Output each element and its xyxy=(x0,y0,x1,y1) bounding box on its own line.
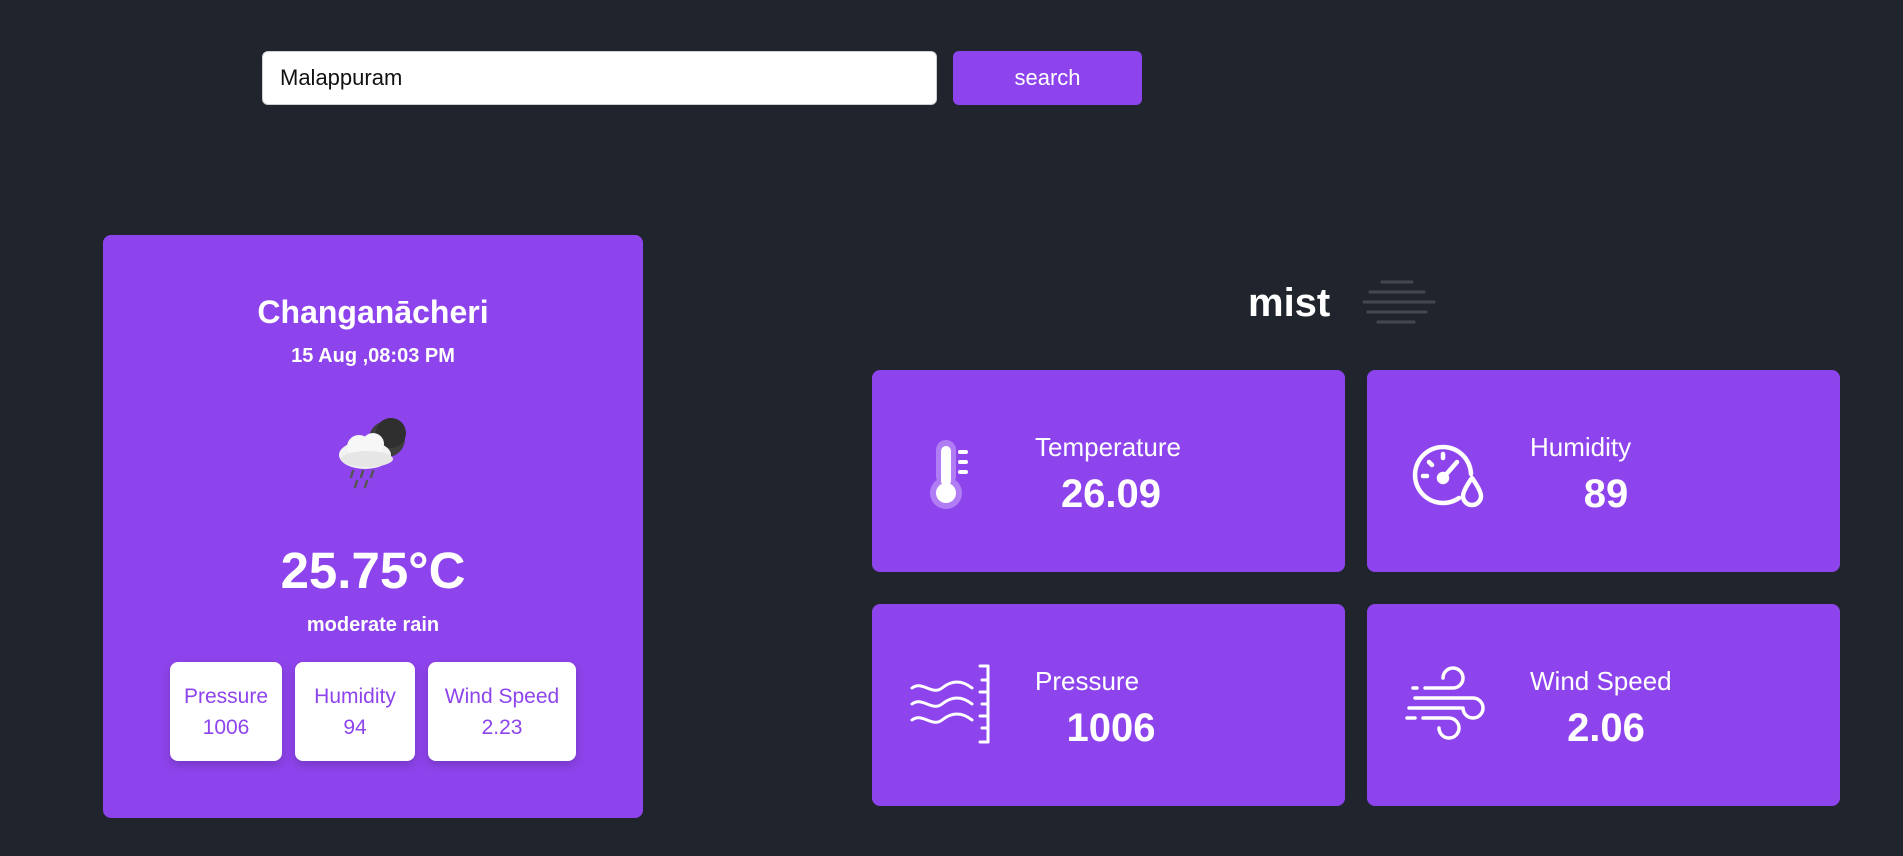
temperature-label: Temperature xyxy=(1035,432,1181,462)
mini-wind-speed-label: Wind Speed xyxy=(444,685,560,708)
humidity-label: Humidity xyxy=(1530,432,1632,462)
pressure-card: Pressure 1006 xyxy=(872,604,1345,806)
mini-pressure: Pressure 1006 xyxy=(170,662,282,761)
temperature-card: Temperature 26.09 xyxy=(872,370,1345,572)
weather-description: moderate rain xyxy=(306,614,440,636)
mist-icon xyxy=(1360,278,1438,328)
wind-speed-card: Wind Speed 2.06 xyxy=(1367,604,1840,806)
pressure-label: Pressure xyxy=(1035,666,1140,696)
mini-wind-speed: Wind Speed 2.23 xyxy=(428,662,576,761)
mini-pressure-label: Pressure xyxy=(184,685,269,708)
search-input[interactable] xyxy=(262,51,937,105)
wind-speed-value: 2.06 xyxy=(1567,706,1645,750)
condition-text: mist xyxy=(1248,280,1331,325)
thermometer-icon xyxy=(910,428,1000,518)
condition-summary: mist xyxy=(1248,278,1438,328)
humidity-value: 89 xyxy=(1583,472,1629,516)
search-button[interactable]: search xyxy=(953,51,1142,105)
current-weather-card: Changanācheri 15 Aug ,08:03 PM 25.75°C m… xyxy=(103,235,643,818)
mini-pressure-value: 1006 xyxy=(202,716,250,739)
wind-speed-label: Wind Speed xyxy=(1530,666,1672,696)
date-time: 15 Aug ,08:03 PM xyxy=(291,345,455,367)
search-bar: search xyxy=(262,51,1142,105)
pressure-waves-icon xyxy=(910,662,1000,752)
humidity-card: Humidity 89 xyxy=(1367,370,1840,572)
wind-icon xyxy=(1405,662,1495,752)
mini-humidity-value: 94 xyxy=(343,716,367,739)
temperature-value: 26.09 xyxy=(1060,472,1162,516)
mini-wind-speed-value: 2.23 xyxy=(481,716,523,739)
humidity-gauge-icon xyxy=(1405,428,1495,518)
pressure-value: 1006 xyxy=(1066,706,1156,750)
mini-humidity: Humidity 94 xyxy=(295,662,415,761)
rain-cloud-moon-icon xyxy=(333,413,413,493)
city-name: Changanācheri xyxy=(257,294,489,330)
current-temperature: 25.75°C xyxy=(280,542,466,599)
mini-metrics: Pressure 1006 Humidity 94 Wind Speed 2.2… xyxy=(103,662,643,761)
mini-humidity-label: Humidity xyxy=(314,685,396,708)
